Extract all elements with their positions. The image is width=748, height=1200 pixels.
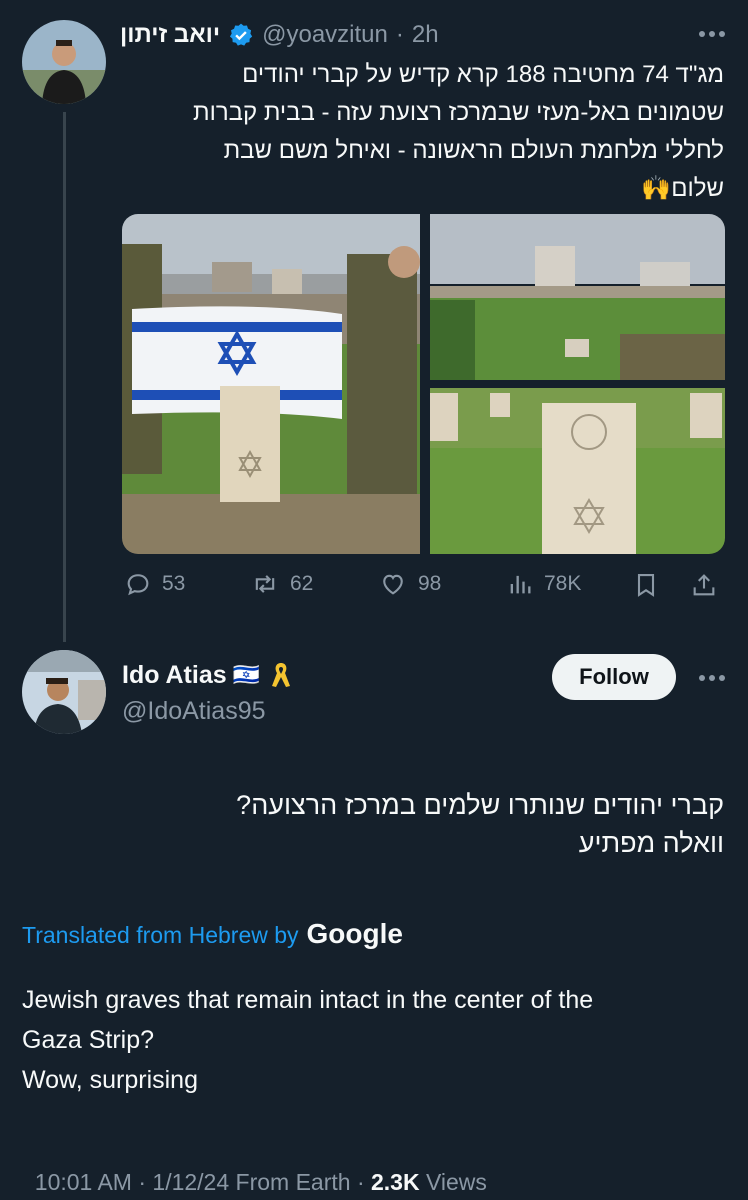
reply-icon [127, 574, 149, 596]
translated-label: Translated from Hebrew by [22, 922, 299, 948]
bookmark-action[interactable] [632, 570, 660, 600]
reply-text-line-1: קברי יהודים שנותרו שלמים במרכז הרצועה? [236, 790, 724, 820]
parent-header: יואב זיתון @yoavzitun · 2h [120, 18, 439, 52]
media-photo-top-right[interactable] [430, 214, 725, 380]
reply-header-name: Ido Atias 🇮🇱 [122, 660, 292, 690]
meta-time[interactable]: 10:01 AM · 1/12/24 From Earth · [35, 1169, 371, 1195]
bookmark-icon [637, 574, 655, 597]
parent-handle[interactable]: @yoavzitun [262, 21, 388, 49]
reply-avatar[interactable] [22, 650, 106, 734]
reply-count: 53 [162, 572, 186, 595]
parent-text-line-3: לחללי מלחמת העולם הראשונה - ואיחל משם שב… [223, 137, 724, 164]
parent-avatar[interactable] [22, 20, 106, 104]
like-action[interactable]: 98 [378, 570, 441, 598]
parent-display-name[interactable]: יואב זיתון [120, 21, 220, 49]
reply-more-icon[interactable] [694, 664, 730, 692]
parent-time[interactable]: 2h [412, 21, 439, 49]
israel-flag-icon: 🇮🇱 [232, 662, 261, 687]
share-icon [693, 574, 715, 596]
repost-count: 62 [290, 572, 314, 595]
reply-tweet-text: קברי יהודים שנותרו שלמים במרכז הרצועה? ו… [22, 786, 724, 862]
separator-dot: · [395, 21, 404, 48]
translated-by-link[interactable]: Translated from Hebrew by Google [22, 918, 403, 950]
reply-handle[interactable]: @IdoAtias95 [122, 697, 266, 726]
verified-badge-icon [228, 22, 254, 48]
meta-views-count: 2.3K [371, 1169, 420, 1195]
tweet-meta: 10:01 AM · 1/12/24 From Earth · 2.3K Vie… [22, 1142, 487, 1196]
translation-line-3: Wow, surprising [22, 1066, 198, 1094]
parent-tweet-text: מג"ד 74 מחטיבה 188 קרא קדיש על קברי יהוד… [120, 56, 724, 208]
parent-text-line-4: שלום🙌 [641, 175, 724, 202]
parent-more-icon[interactable] [694, 20, 730, 48]
views-action[interactable]: 78K [506, 570, 581, 598]
media-photo-left[interactable] [122, 214, 420, 554]
follow-button[interactable]: Follow [552, 654, 676, 700]
media-grid [122, 214, 725, 554]
ribbon-icon [270, 660, 292, 690]
like-count: 98 [418, 572, 442, 595]
translation-line-2: Gaza Strip? [22, 1026, 155, 1054]
share-action[interactable] [690, 570, 718, 600]
translation-text: Jewish graves that remain intact in the … [22, 980, 726, 1100]
repost-action[interactable]: 62 [250, 570, 313, 598]
parent-text-line-1: מג"ד 74 מחטיבה 188 קרא קדיש על קברי יהוד… [242, 61, 724, 88]
reply-text-line-2: וואלה מפתיע [578, 828, 724, 858]
views-icon [510, 575, 531, 594]
like-icon [383, 574, 403, 595]
translation-line-1: Jewish graves that remain intact in the … [22, 986, 594, 1014]
views-count: 78K [544, 572, 582, 595]
reply-display-name[interactable]: Ido Atias [122, 661, 227, 690]
media-photo-bottom-right[interactable] [430, 388, 725, 554]
parent-text-line-2: שטמונים באל-מעזי שבמרכז רצועת עזה - בבית… [193, 99, 724, 126]
thread-connector [63, 112, 66, 642]
google-logo: Google [306, 918, 403, 949]
meta-views-label: Views [419, 1169, 487, 1195]
repost-icon [255, 575, 275, 593]
reply-action[interactable]: 53 [124, 570, 185, 598]
